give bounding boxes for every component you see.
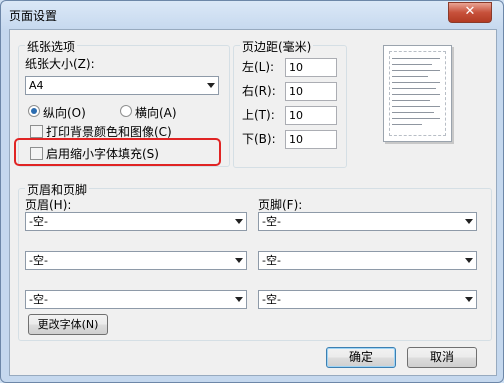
- landscape-label: 横向(A): [135, 106, 177, 120]
- header-select-value: -空-: [29, 293, 48, 306]
- close-icon: ✕: [464, 4, 476, 19]
- chevron-down-icon: [235, 258, 243, 263]
- portrait-radio[interactable]: [28, 105, 40, 117]
- cancel-button[interactable]: 取消: [407, 347, 477, 368]
- footer-label: 页脚(F):: [258, 198, 303, 212]
- preview-line: [392, 100, 430, 101]
- preview-line: [392, 112, 434, 113]
- footer-select-value: -空-: [262, 215, 281, 228]
- preview-line: [392, 82, 440, 83]
- paper-size-label: 纸张大小(Z):: [25, 57, 95, 71]
- header-select-2[interactable]: -空-: [25, 251, 247, 270]
- margin-right-input[interactable]: 10: [285, 82, 337, 101]
- header-select-3[interactable]: -空-: [25, 290, 247, 309]
- preview-line: [392, 118, 440, 119]
- title-bar[interactable]: 页面设置 ✕: [1, 1, 503, 29]
- preview-line: [392, 88, 436, 89]
- chevron-down-icon: [235, 297, 243, 302]
- preview-line: [392, 64, 432, 65]
- margin-top-input[interactable]: 10: [285, 106, 337, 125]
- paper-size-value: A4: [29, 79, 44, 92]
- landscape-radio[interactable]: [120, 105, 132, 117]
- paper-size-select[interactable]: A4: [25, 76, 219, 95]
- chevron-down-icon: [465, 219, 473, 224]
- chevron-down-icon: [235, 219, 243, 224]
- preview-line: [392, 94, 440, 95]
- footer-select-1[interactable]: -空-: [258, 212, 477, 231]
- highlight-annotation: [14, 138, 221, 166]
- margin-top-label: 上(T):: [242, 108, 275, 122]
- page-setup-dialog: 页面设置 ✕ 纸张选项 纸张大小(Z): A4 纵向(O) 横向(A) 打印背景…: [0, 0, 504, 383]
- preview-line: [392, 70, 440, 71]
- footer-select-value: -空-: [262, 254, 281, 267]
- header-select-value: -空-: [29, 215, 48, 228]
- footer-select-value: -空-: [262, 293, 281, 306]
- preview-line: [392, 106, 440, 107]
- chevron-down-icon: [465, 258, 473, 263]
- close-button[interactable]: ✕: [448, 2, 492, 23]
- paper-options-legend: 纸张选项: [25, 38, 78, 55]
- preview-line: [392, 76, 428, 77]
- page-preview: [383, 45, 452, 142]
- footer-select-3[interactable]: -空-: [258, 290, 477, 309]
- portrait-label: 纵向(O): [43, 106, 86, 120]
- change-font-button[interactable]: 更改字体(N): [28, 314, 108, 335]
- margins-legend: 页边距(毫米): [240, 38, 314, 55]
- margin-bottom-label: 下(B):: [242, 132, 276, 146]
- header-label: 页眉(H):: [25, 198, 72, 212]
- print-background-checkbox[interactable]: [30, 125, 43, 138]
- dialog-body: 纸张选项 纸张大小(Z): A4 纵向(O) 横向(A) 打印背景颜色和图像(C…: [9, 29, 497, 376]
- chevron-down-icon: [207, 83, 215, 88]
- window-title: 页面设置: [9, 9, 58, 23]
- margin-left-label: 左(L):: [242, 60, 275, 74]
- margin-bottom-input[interactable]: 10: [285, 130, 337, 149]
- footer-select-2[interactable]: -空-: [258, 251, 477, 270]
- preview-line: [392, 58, 440, 59]
- margin-left-input[interactable]: 10: [285, 58, 337, 77]
- chevron-down-icon: [465, 297, 473, 302]
- header-select-1[interactable]: -空-: [25, 212, 247, 231]
- header-select-value: -空-: [29, 254, 48, 267]
- ok-button[interactable]: 确定: [326, 347, 396, 368]
- preview-line: [392, 124, 422, 125]
- margin-right-label: 右(R):: [242, 84, 276, 98]
